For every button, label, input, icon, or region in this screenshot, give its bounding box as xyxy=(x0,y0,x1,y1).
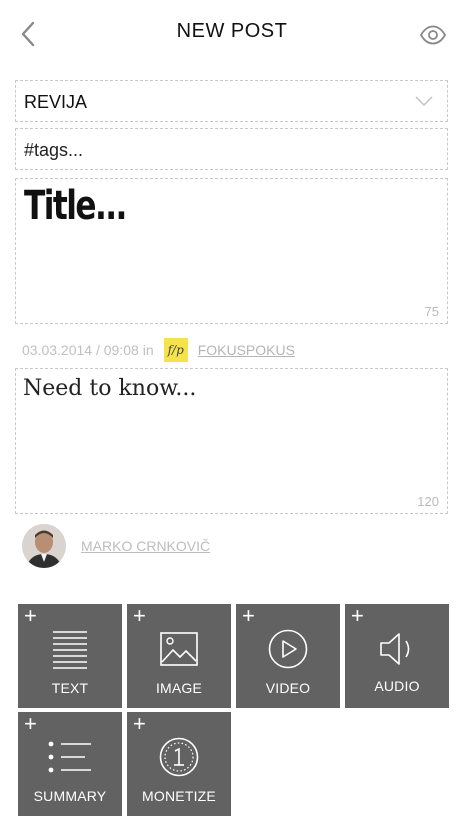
author-row: MARKO CRNKOVIČ xyxy=(22,524,210,568)
plus-icon: + xyxy=(351,603,364,628)
add-text-block-button[interactable]: + TEXT xyxy=(18,604,122,708)
title-char-counter: 75 xyxy=(424,304,439,319)
coin-icon xyxy=(127,734,231,780)
bullet-list-icon xyxy=(18,734,122,780)
lead-input[interactable]: Need to know... 120 xyxy=(15,368,448,514)
tags-placeholder: #tags... xyxy=(24,140,84,160)
brand-link[interactable]: FOKUSPOKUS xyxy=(198,342,295,358)
category-value: REVIJA xyxy=(24,92,88,112)
audio-block-label: AUDIO xyxy=(374,678,420,694)
fokuspokus-logo: f/p xyxy=(163,338,188,362)
lead-placeholder: Need to know... xyxy=(23,376,197,401)
title-input[interactable]: Title... 75 xyxy=(15,178,448,324)
text-block-label: TEXT xyxy=(51,680,89,696)
image-icon xyxy=(127,626,231,672)
page-title: NEW POST xyxy=(176,20,288,42)
image-block-label: IMAGE xyxy=(155,680,203,696)
monetize-block-label: MONETIZE xyxy=(142,788,216,804)
add-monetize-block-button[interactable]: + MONETIZE xyxy=(127,712,231,816)
summary-block-label: SUMMARY xyxy=(33,788,107,804)
chevron-down-icon xyxy=(415,96,433,107)
plus-icon: + xyxy=(133,603,146,628)
in-label: in xyxy=(142,342,154,358)
avatar[interactable] xyxy=(22,524,66,568)
category-select[interactable]: REVIJA xyxy=(15,80,448,122)
tags-input[interactable]: #tags... xyxy=(15,128,448,170)
play-circle-icon xyxy=(236,626,340,672)
plus-icon: + xyxy=(242,603,255,628)
add-video-block-button[interactable]: + VIDEO xyxy=(236,604,340,708)
eye-icon xyxy=(419,25,447,45)
post-date: 03.03.2014 / 09:08 xyxy=(22,342,139,358)
add-summary-block-button[interactable]: + SUMMARY xyxy=(18,712,122,816)
preview-button[interactable] xyxy=(416,20,450,50)
lead-char-counter: 120 xyxy=(417,494,439,509)
plus-icon: + xyxy=(133,711,146,736)
avatar-image xyxy=(22,524,66,568)
add-audio-block-button[interactable]: + AUDIO xyxy=(345,604,449,708)
post-meta: 03.03.2014 / 09:08 in f/p FOKUSPOKUS xyxy=(22,338,295,362)
text-lines-icon xyxy=(18,626,122,672)
title-placeholder: Title... xyxy=(24,183,127,229)
plus-icon: + xyxy=(24,603,37,628)
header-bar: NEW POST xyxy=(0,0,464,68)
video-block-label: VIDEO xyxy=(265,680,311,696)
speaker-icon xyxy=(345,626,449,672)
add-image-block-button[interactable]: + IMAGE xyxy=(127,604,231,708)
plus-icon: + xyxy=(24,711,37,736)
author-name[interactable]: MARKO CRNKOVIČ xyxy=(81,538,210,554)
